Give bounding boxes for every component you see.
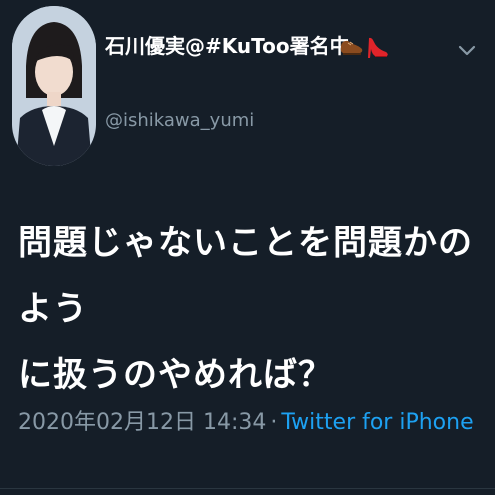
display-name[interactable]: 石川優実@#KuToo署名中 xyxy=(105,30,350,59)
tweet-source-link[interactable]: Twitter for iPhone xyxy=(281,410,473,435)
tweet-meta: 2020年02月12日 14:34 · Twitter for iPhone xyxy=(18,404,474,436)
meta-separator: · xyxy=(270,410,278,435)
tweet-timestamp[interactable]: 2020年02月12日 14:34 xyxy=(18,410,266,435)
user-handle[interactable]: @ishikawa_yumi xyxy=(105,110,254,131)
avatar[interactable] xyxy=(12,6,96,166)
shoe-icon xyxy=(340,32,364,60)
divider xyxy=(0,488,495,489)
chevron-down-icon[interactable] xyxy=(458,42,476,56)
avatar-portrait xyxy=(12,6,96,166)
tweet-card: 石川優実@#KuToo署名中 @ishikawa_yumi 問題じゃないことを問… xyxy=(0,0,495,495)
high-heel-icon xyxy=(366,32,390,60)
tweet-text: 問題じゃないことを問題かのよう に扱うのやめれば？ xyxy=(18,223,473,395)
